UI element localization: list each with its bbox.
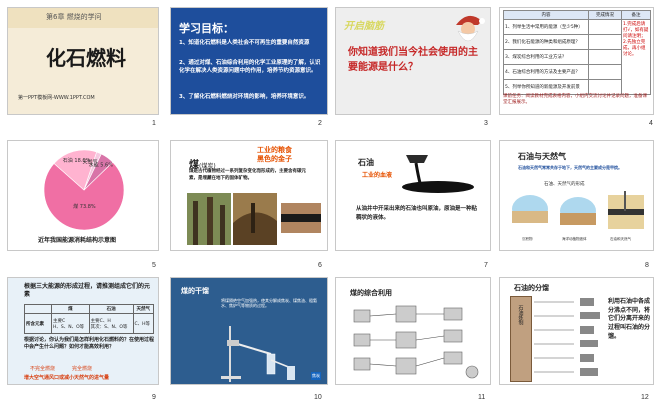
elements-table-head-coal: 煤 [51,304,90,314]
diagram-label-right: 石油和天然气 [610,237,631,241]
slide-thumbnail-8[interactable]: 石油与天然气 石油和天然气常常共存于地下，天然气的主要成分是甲烷。 石油、天然气… [499,140,654,251]
task-table-row-5: 5、列举你所知道的新能源及开发前景 [503,79,589,95]
elements-table-head-oil: 石油 [88,304,134,314]
slide-6-desc: 煤是古代植物经过一系列复杂变化而形成的，主要含有碳元素，是埋藏在地下的固体矿物。 [189,169,306,181]
crude-oil-photo [398,149,478,195]
slide-12-side-text: 利用石油中各成分沸点不同，将它们分离开来的过程叫石油的分馏。 [608,298,651,340]
slide-number-9: 9 [152,394,156,401]
slide-thumbnail-4[interactable]: 内容 完成情况 备注 1、列举生活中常用的能源（至少5种） 1.完成后请打√，如… [499,7,654,115]
coal-seam-photo [281,203,321,233]
elements-table: 煤 石油 天然气 所含元素 主要C H、S、N、O等 主要C、H 其次：S、N、… [24,304,155,334]
slide-7-tag: 工业的血液 [362,172,393,179]
slide-thumbnail-3[interactable]: 开启脑筋 你知道我们当今社会使用的主要能源是什么？ [335,7,491,115]
slide-9-question-2: 根据讨论，你认为我们是怎样利用化石燃料的？在使用过程中会产生什么问题？如何才能高… [24,337,155,350]
petroleum-products [534,298,600,376]
forest-photo [187,193,231,245]
slide-thumbnail-11[interactable]: 煤的综合利用 [335,277,491,385]
task-table-head-status: 完成情况 [588,10,622,20]
slide-thumbnail-12[interactable]: 石油的分馏 石油炼制 利用石油中各成分沸点不同，将它们分离开来的过程叫石油的分馏… [499,277,654,385]
slide-number-2: 2 [318,120,322,127]
slide-thumbnail-5[interactable]: 煤 73.8% 石油 18.6% 天然气 2% 水能 5.6% 近年我国能源消耗结构示… [7,140,159,251]
task-table-head-note: 备注 [621,10,651,20]
slide-3-title: 开启脑筋 [344,21,384,32]
slide-thumbnail-1[interactable]: 第6章 燃烧的学问 化石燃料 第一PPT模板网-WWW.1PPT.COM [7,7,159,115]
slide-1-chapter: 第6章 燃烧的学问 [46,13,102,21]
slide-thumbnail-6[interactable]: 煤(煤炭) 工业的粮食 黑色的金子 煤是古代植物经过一系列复杂变化而形成的，主要… [170,140,328,251]
slide-thumbnail-7[interactable]: 石油 工业的血液 从油井中开采出来的石油也叫原油，原油是一种粘稠状的液体。 [335,140,491,251]
distillation-apparatus [221,326,295,382]
slide-2-item-3: 3、了解化石燃料燃烧对环境的影响，培养环境意识。 [179,94,310,100]
slide-10-desc: 将煤隔绝空气加强热，使其分解成焦炭、煤焦油、粗氨水、焦炉气等物质的过程。 [221,298,317,309]
slide-5-caption: 近年我国能源消耗结构示意图 [38,237,117,244]
elements-table-gas: C、H等 [132,313,155,334]
slide-12-title: 石油的分馏 [514,284,549,292]
distillation-column: 石油炼制 [510,296,532,382]
slide-9-incomplete: 不完全燃烧 [30,366,56,372]
task-table-row-1: 1、列举生活中常用的能源（至少5种） [503,19,589,35]
slide-1-site: 第一PPT模板网-WWW.1PPT.COM [18,95,95,101]
distillation-column-label: 石油炼制 [517,305,524,325]
slide-7-desc: 从油井中开采出来的石油也叫原油，原油是一种粘稠状的液体。 [356,206,478,221]
slide-8-desc: 石油和天然气常常共存于地下，天然气的主要成分是甲烷。 [518,165,622,170]
slide-number-12: 12 [641,394,649,401]
slide-10-title: 煤的干馏 [181,287,209,295]
slide-number-5: 5 [152,262,156,269]
elements-table-head-gas: 天然气 [132,304,155,314]
slide-number-6: 6 [318,262,322,269]
slide-1-title: 化石燃料 [46,46,126,70]
slide-number-7: 7 [484,262,488,269]
elements-table-oil: 主要C、H 其次：S、N、O等 [88,313,134,334]
slide-thumbnail-10[interactable]: 煤的干馏 将煤隔绝空气加强热，使其分解成焦炭、煤焦油、粗氨水、焦炉气等物质的过程… [170,277,328,385]
elements-table-row-label: 所含元素 [24,313,52,334]
task-table-row-4: 4、石油综合利用的方法及主要产品？ [503,64,589,80]
slide-3-question: 你知道我们当今社会使用的主要能源是什么？ [348,47,478,73]
slide-thumbnail-9[interactable]: 根据三大能源的形成过程，请推测组成它们的元素 煤 石油 天然气 所含元素 主要C… [7,277,159,385]
elements-table-coal: 主要C H、S、N、O等 [51,313,90,334]
task-table-row-3: 3、煤炭综合利用的工业方法？ [503,49,589,65]
task-table: 内容 完成情况 备注 1、列举生活中常用的能源（至少5种） 1.完成后请打√，如… [503,10,651,95]
energy-pie-chart: 煤 73.8%石油 18.6%天然气 2%水能 5.6% [43,149,125,231]
slide-6-tag-2: 黑色的金子 [257,155,292,163]
pie-slice-label: 煤 73.8% [73,203,96,210]
slide-2-heading: 学习目标： [179,22,234,35]
slide-9-question: 根据三大能源的形成过程，请推测组成它们的元素 [24,283,151,298]
task-table-head-content: 内容 [503,10,589,20]
slide-10-tag: 焦炭 [311,372,321,380]
task-table-row-2: 2、我们化石能源的种类和组成原理？ [503,34,589,50]
slide-9-bottom: 增大空气通风口或减小天然气的进气量 [24,375,110,381]
santa-illustration [456,15,485,42]
slide-number-3: 3 [484,120,488,127]
slide-4-footer: 课前任务：阅读教材完成表格内容，小组内交流讨论并记录问题，准备课堂汇报展示。 [503,94,647,106]
diagram-label-left: 沉积物 [522,237,533,241]
slide-9-complete: 完全燃烧 [72,366,93,372]
slide-number-1: 1 [152,120,156,127]
pie-slice-label: 水能 5.6% [89,162,114,169]
slide-thumbnail-2[interactable]: 学习目标： 1、知道化石燃料是人类社会不可再生的重要自然资源 2、通过对煤、石油… [170,7,328,115]
slide-number-10: 10 [314,394,322,401]
elements-table-corner [24,304,52,314]
slide-11-title: 煤的综合利用 [350,289,392,297]
slide-8-diagram-title: 石油、天然气的形成 [544,182,585,187]
slide-2-item-2: 2、通过对煤、石油综合利用的化学工业原理的了解，认识化学在解决人类资源问题中的作… [179,60,321,74]
slide-number-11: 11 [478,394,486,401]
oil-formation-diagram [512,191,644,229]
coal-utilization-diagram [353,305,479,379]
slide-8-title: 石油与天然气 [518,152,566,161]
task-table-note: 1.完成后请打√，如有疑问请注明；2.先独立完成，再小组讨论。 [621,19,651,95]
coal-swamp-photo [233,193,277,245]
slide-number-4: 4 [649,120,653,127]
diagram-label-mid: 海洋动植物遗体 [562,237,587,241]
slide-2-item-1: 1、知道化石燃料是人类社会不可再生的重要自然资源 [179,40,310,46]
slide-number-8: 8 [645,262,649,269]
slide-7-title: 石油 [358,158,374,167]
